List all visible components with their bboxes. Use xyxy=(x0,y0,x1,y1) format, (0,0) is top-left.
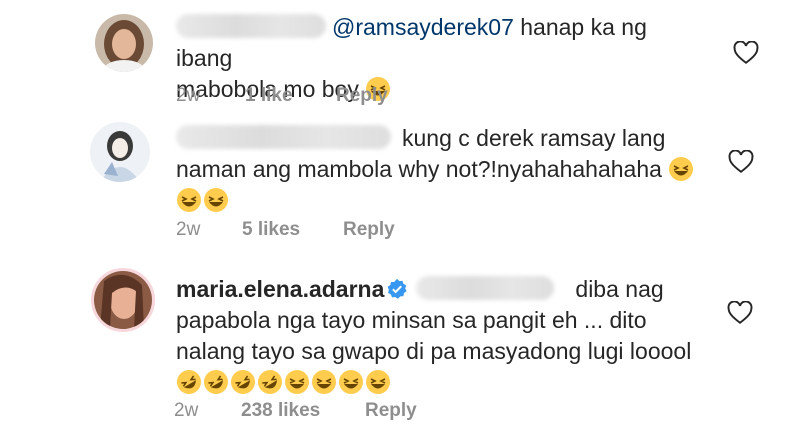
timestamp: 2w xyxy=(174,400,199,421)
likes-count[interactable]: 238 likes xyxy=(241,400,320,422)
mention-link[interactable]: @ramsayderek07 xyxy=(332,14,514,40)
avatar[interactable] xyxy=(90,122,150,182)
laughing-emoji-icon xyxy=(366,370,390,394)
comment-line: nalang tayo sa gwapo di pa masyadong lug… xyxy=(176,338,692,364)
rofl-emoji-icon xyxy=(231,370,255,394)
comment-2: kung c derek ramsay lang naman ang mambo… xyxy=(0,120,800,260)
comment-line: diba nag xyxy=(575,276,664,302)
likes-count[interactable]: 1 like xyxy=(245,85,293,107)
comment-text: kung c derek ramsay lang naman ang mambo… xyxy=(176,123,696,216)
reply-button[interactable]: Reply xyxy=(343,219,395,241)
likes-count[interactable]: 5 likes xyxy=(242,219,300,241)
heart-outline-icon[interactable] xyxy=(733,41,759,65)
comment-3: maria.elena.adarna diba nag papabola nga … xyxy=(0,260,800,431)
laughing-emoji-icon xyxy=(669,157,694,181)
comment-text: maria.elena.adarna diba nag papabola nga … xyxy=(176,274,736,398)
redacted-username[interactable] xyxy=(176,14,326,38)
rofl-emoji-icon xyxy=(177,370,201,394)
reply-button[interactable]: Reply xyxy=(336,85,388,107)
comment-line: naman ang mambola why not?!nyahahahahaha xyxy=(176,156,662,182)
redacted-username[interactable] xyxy=(416,276,555,300)
heart-outline-icon[interactable] xyxy=(727,301,753,325)
comment-line: kung c derek ramsay lang xyxy=(402,125,666,151)
verified-badge-icon xyxy=(388,278,407,299)
comment-1: @ramsayderek07 hanap ka ng ibang mabobol… xyxy=(0,0,800,120)
heart-outline-icon[interactable] xyxy=(728,150,754,174)
rofl-emoji-icon xyxy=(258,370,282,394)
avatar[interactable] xyxy=(91,268,155,332)
reply-button[interactable]: Reply xyxy=(365,400,417,422)
laughing-emoji-icon xyxy=(339,370,363,394)
username-link[interactable]: maria.elena.adarna xyxy=(176,276,384,302)
laughing-emoji-icon xyxy=(204,188,228,212)
avatar[interactable] xyxy=(95,14,153,72)
laughing-emoji-icon xyxy=(312,370,336,394)
rofl-emoji-icon xyxy=(204,370,228,394)
timestamp: 2w xyxy=(176,219,201,240)
timestamp: 2w xyxy=(176,85,201,106)
redacted-username[interactable] xyxy=(176,125,391,149)
laughing-emoji-icon xyxy=(285,370,309,394)
comment-line: papabola nga tayo minsan sa pangit eh ..… xyxy=(176,307,647,333)
laughing-emoji-icon xyxy=(177,188,201,212)
